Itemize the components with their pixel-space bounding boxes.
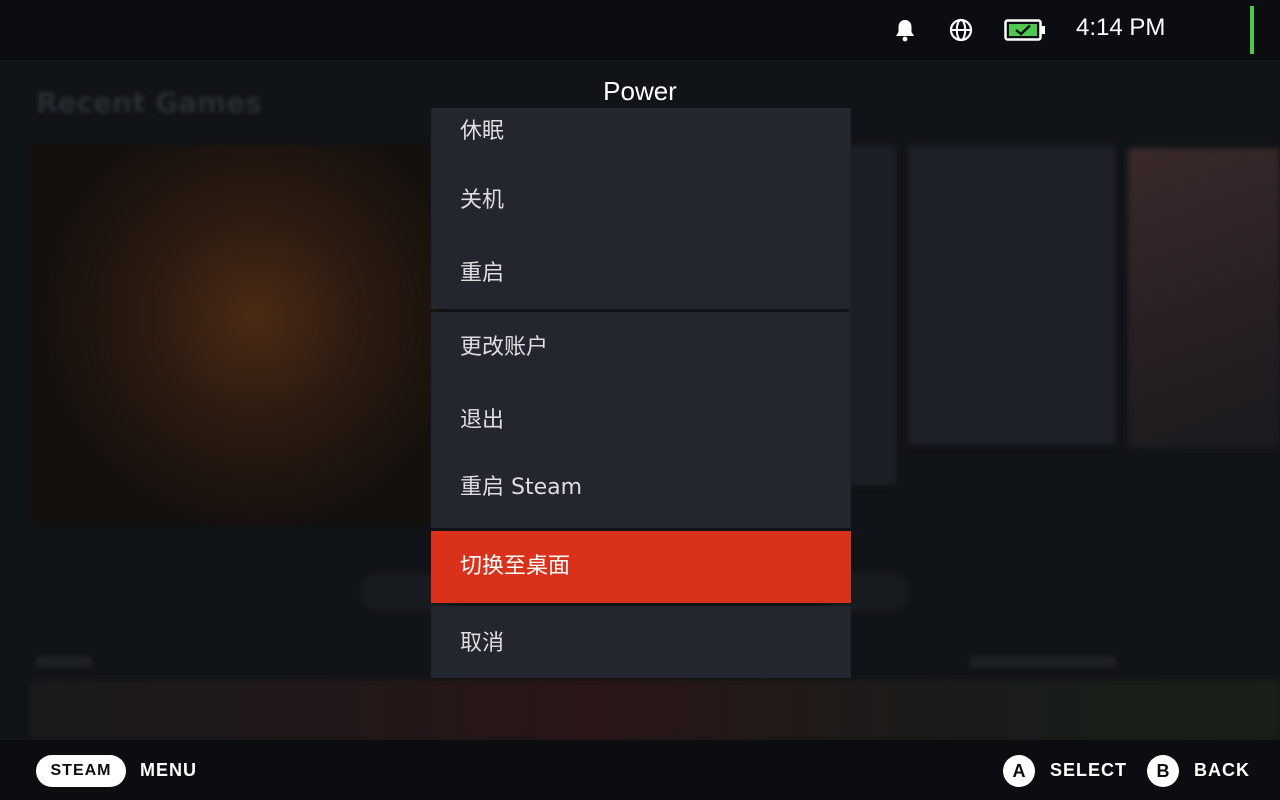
power-menu-group-system: 休眠 关机 重启	[431, 108, 851, 309]
clock: 4:14 PM	[1076, 14, 1166, 41]
b-button-icon[interactable]: B	[1147, 755, 1179, 787]
steam-button[interactable]: STEAM	[36, 755, 126, 787]
menu-item-shutdown[interactable]: 关机	[431, 169, 851, 241]
menu-item-cancel[interactable]: 取消	[431, 606, 851, 678]
power-menu-title: Power	[603, 76, 677, 106]
menu-item-sleep[interactable]: 休眠	[431, 108, 851, 169]
menu-item-change-account[interactable]: 更改账户	[431, 312, 851, 384]
globe-icon[interactable]	[948, 17, 974, 43]
power-menu-group-account: 更改账户 退出 重启 Steam	[431, 312, 851, 528]
status-bar: 4:14 PM	[0, 0, 1280, 60]
menu-item-exit[interactable]: 退出	[431, 384, 851, 456]
menu-item-restart[interactable]: 重启	[431, 241, 851, 309]
game-card	[848, 145, 896, 485]
background-label	[36, 656, 92, 668]
power-menu: 休眠 关机 重启 更改账户 退出 重启 Steam 切换至桌面 取消	[431, 108, 851, 678]
background-label	[970, 656, 1116, 668]
game-card	[908, 145, 1116, 445]
game-card	[1128, 148, 1280, 448]
background-shelf	[30, 680, 1280, 740]
menu-item-restart-steam[interactable]: 重启 Steam	[431, 456, 851, 528]
menu-hint-label: MENU	[140, 760, 197, 780]
bell-icon[interactable]	[892, 17, 918, 43]
back-hint-label: BACK	[1194, 760, 1250, 780]
battery-charging-icon[interactable]	[1004, 18, 1046, 42]
a-button-icon[interactable]: A	[1003, 755, 1035, 787]
game-card-featured	[30, 145, 440, 525]
select-hint-label: SELECT	[1050, 760, 1128, 780]
menu-item-switch-to-desktop[interactable]: 切换至桌面	[431, 531, 851, 603]
power-menu-group-cancel: 取消	[431, 606, 851, 678]
activity-indicator	[1250, 6, 1254, 54]
power-menu-group-desktop: 切换至桌面	[431, 531, 851, 603]
